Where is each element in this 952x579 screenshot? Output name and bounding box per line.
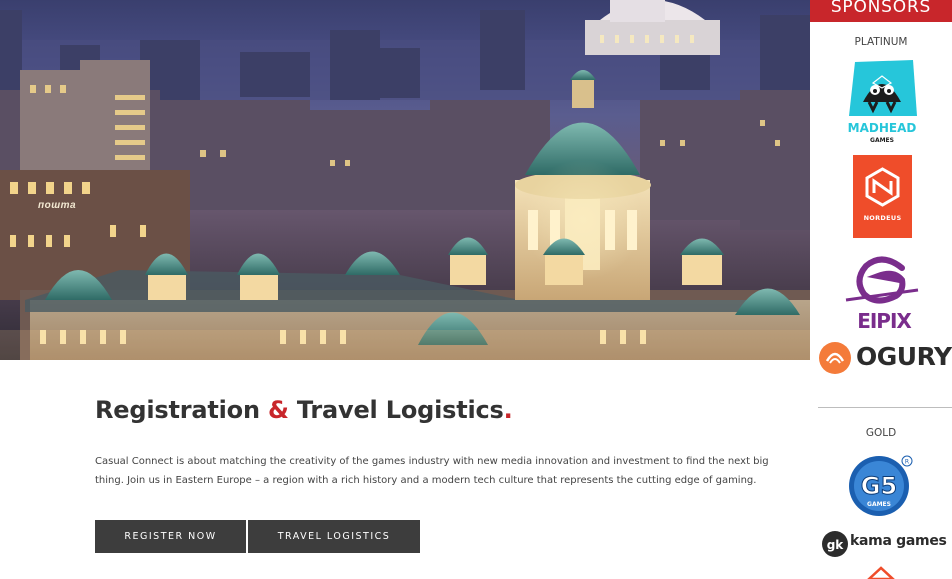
madhead-games-logo[interactable]: MADHEAD GAMES bbox=[843, 58, 921, 146]
travel-logistics-button[interactable]: TRAVEL LOGISTICS bbox=[248, 520, 420, 553]
page-title: Registration & Travel Logistics. bbox=[95, 396, 513, 424]
ogury-logo[interactable]: OGURY bbox=[818, 340, 952, 376]
title-part-1: Registration bbox=[95, 396, 268, 424]
svg-text:R: R bbox=[905, 459, 909, 466]
kama-games-wordmark: kama games bbox=[850, 533, 947, 549]
eipix-wordmark: EIPIX bbox=[857, 309, 912, 332]
title-part-2: Travel Logistics bbox=[288, 396, 504, 424]
madhead-monster-icon: MADHEAD GAMES bbox=[848, 60, 917, 144]
kama-games-logo[interactable]: gk kama games bbox=[821, 528, 951, 560]
belgrade-cityscape bbox=[0, 0, 810, 360]
eipix-logo[interactable]: EIPIX bbox=[842, 250, 922, 333]
sponsors-header: SPONSORS bbox=[810, 0, 952, 22]
nordeus-hexagon-icon bbox=[865, 167, 900, 207]
kama-gk-circle-icon: gk bbox=[822, 531, 848, 557]
next-sponsor-logo-partial[interactable] bbox=[865, 566, 897, 579]
nordeus-wordmark: NORDEUS bbox=[863, 214, 902, 222]
g5-games-wordmark: GAMES bbox=[867, 501, 891, 508]
ogury-wordmark: OGURY bbox=[856, 342, 952, 371]
g5-wordmark: G5 bbox=[861, 472, 897, 500]
tier-platinum-label: PLATINUM bbox=[854, 36, 908, 48]
g5-games-logo[interactable]: G5 GAMES R bbox=[847, 452, 915, 518]
tier-gold-label: GOLD bbox=[865, 427, 897, 439]
hero-image: пошта bbox=[0, 0, 810, 360]
title-dot: . bbox=[503, 396, 513, 424]
sponsors-sidebar: SPONSORS PLATINUM MADHEAD GAMES NORDEUS bbox=[810, 0, 952, 579]
madhead-games-wordmark: GAMES bbox=[870, 137, 894, 144]
title-ampersand: & bbox=[267, 396, 289, 424]
svg-text:gk: gk bbox=[827, 538, 845, 552]
ogury-circle-icon bbox=[819, 342, 851, 374]
nordeus-logo[interactable]: NORDEUS bbox=[853, 155, 912, 238]
g5-badge-icon: G5 GAMES R bbox=[849, 455, 913, 516]
orange-emblem-icon bbox=[867, 566, 895, 579]
eipix-swirl-icon: EIPIX bbox=[845, 256, 919, 333]
intro-paragraph: Casual Connect is about matching the cre… bbox=[95, 456, 769, 486]
madhead-wordmark: MADHEAD bbox=[848, 121, 917, 135]
hero-building-sign: пошта bbox=[38, 200, 77, 211]
sponsor-tier-divider bbox=[818, 407, 952, 408]
register-now-button[interactable]: REGISTER NOW bbox=[95, 520, 246, 553]
